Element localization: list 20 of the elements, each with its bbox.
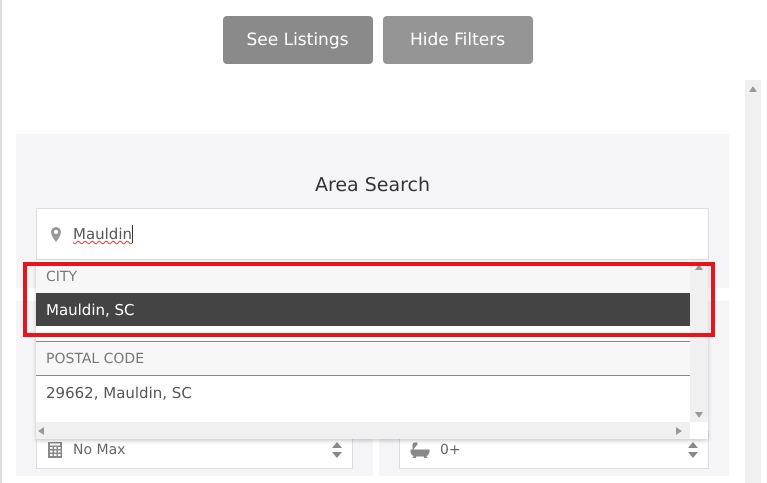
hide-filters-button[interactable]: Hide Filters: [382, 16, 532, 64]
updown-icon: [688, 441, 698, 459]
search-text: Mauldin: [73, 225, 134, 243]
scrollbar[interactable]: [690, 260, 708, 422]
updown-icon: [332, 441, 342, 459]
see-listings-button[interactable]: See Listings: [222, 16, 372, 64]
scroll-up-icon[interactable]: [749, 86, 757, 92]
bathtub-icon: [410, 442, 430, 458]
scroll-left-icon[interactable]: [38, 426, 44, 434]
area-search-field[interactable]: Mauldin: [36, 208, 709, 260]
group-heading: POSTAL CODE: [36, 341, 690, 376]
location-pin-icon: [51, 226, 61, 242]
calculator-icon: [47, 442, 63, 458]
page-scrollbar[interactable]: [745, 80, 761, 483]
scroll-up-icon[interactable]: [695, 264, 703, 270]
horizontal-scrollbar[interactable]: [36, 422, 690, 439]
scroll-right-icon[interactable]: [676, 426, 682, 434]
suggestion-item[interactable]: Mauldin, SC: [36, 293, 690, 326]
scroll-down-icon[interactable]: [695, 412, 703, 418]
section-title: Area Search: [314, 174, 430, 196]
